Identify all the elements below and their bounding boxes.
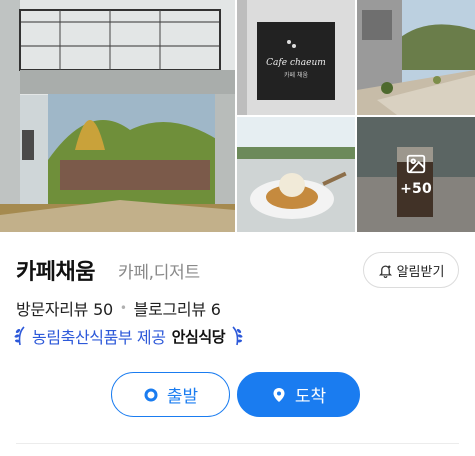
blog-review-label: 블로그리뷰 (133, 300, 206, 319)
separator-dot: • (119, 301, 127, 315)
start-label: 출발 (166, 387, 199, 407)
badge-text: 농림축산식품부 제공 (32, 328, 166, 347)
place-name[interactable]: 카페채움 (16, 254, 95, 286)
start-button[interactable]: 출발 (111, 372, 230, 417)
road-photo[interactable] (357, 0, 475, 115)
laurel-right-icon (232, 326, 243, 346)
bell-plus-icon (378, 265, 392, 278)
origin-circle-icon (144, 388, 158, 401)
blog-review-link[interactable]: 블로그리뷰 6 (134, 296, 221, 320)
sign-subtext: 카페 채움 (284, 71, 308, 79)
arrive-button[interactable]: 도착 (237, 372, 360, 417)
visitor-review-count: 50 (93, 300, 113, 319)
alarm-button[interactable]: 알림받기 (363, 252, 459, 288)
photo-gallery: Cafe chaeum 카페 채움 +50 (0, 0, 475, 232)
review-row: 방문자리뷰 50 • 블로그리뷰 6 (16, 296, 221, 320)
more-photos-count: +50 (400, 180, 432, 197)
gallery-icon (406, 154, 426, 173)
blog-review-count: 6 (210, 300, 221, 319)
visitor-review-label: 방문자리뷰 (16, 300, 89, 319)
bottom-divider (16, 443, 459, 444)
cafe-sign-photo[interactable]: Cafe chaeum 카페 채움 (237, 0, 355, 115)
location-pin-icon (273, 387, 285, 402)
safe-restaurant-badge[interactable]: 농림축산식품부 제공 안심식당 (14, 324, 243, 348)
coffee-photo[interactable]: +50 (357, 117, 475, 232)
arrive-label: 도착 (294, 387, 327, 407)
sign-text: Cafe chaeum (266, 58, 326, 68)
laurel-left-icon (14, 326, 25, 346)
dessert-photo[interactable] (237, 117, 355, 232)
alarm-label: 알림받기 (396, 264, 445, 280)
visitor-review-link[interactable]: 방문자리뷰 50 (16, 296, 113, 320)
main-photo[interactable] (0, 0, 235, 232)
place-category: 카페,디저트 (118, 263, 200, 283)
badge-brand: 안심식당 (171, 327, 226, 346)
more-photos-overlay[interactable]: +50 (357, 117, 475, 232)
title-row: 카페채움 카페,디저트 알림받기 (16, 252, 459, 288)
